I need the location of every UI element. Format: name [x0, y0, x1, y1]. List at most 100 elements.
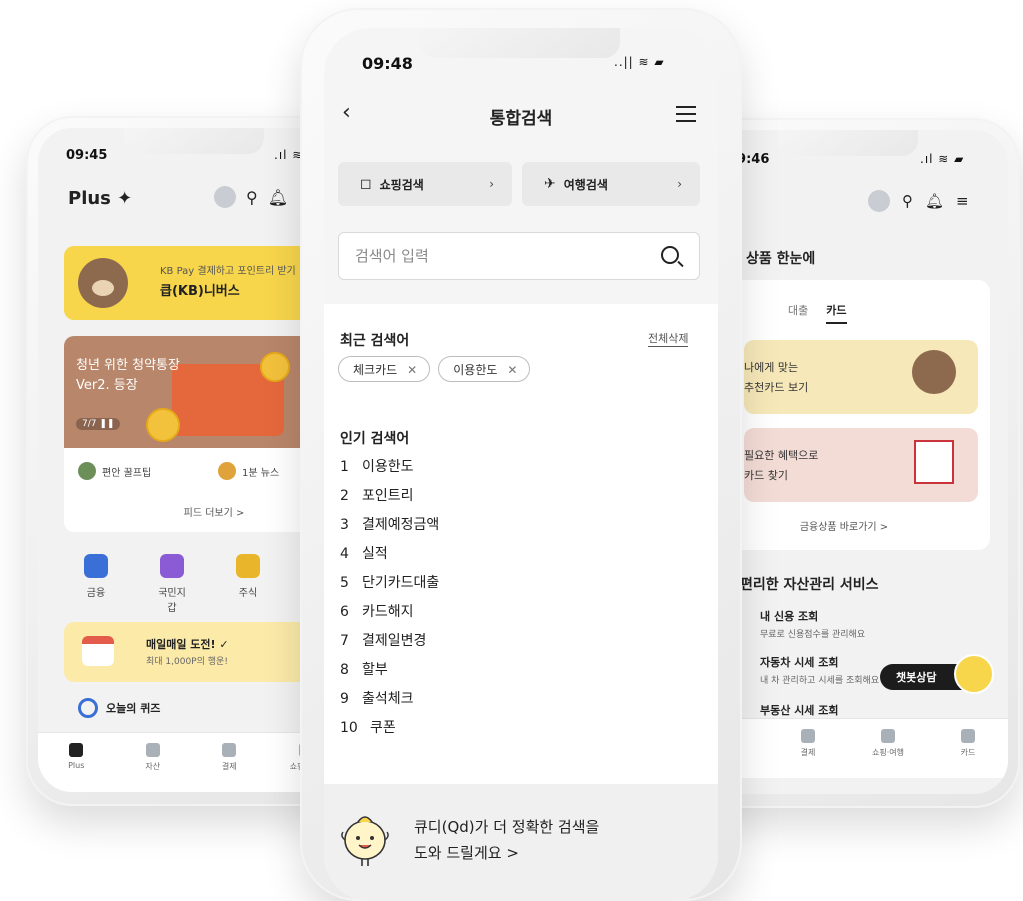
left-phone-screen: 09:45 .ıl ≋ Plus ✦ ⚲ 🔔︎ KB Pay 결제하고 포인트리… [38, 128, 344, 792]
search-content: 최근 검색어 전체삭제 체크카드 ✕ 이용한도 ✕ 인기 검색어 1 이용한도 2 포인… [324, 304, 718, 784]
notch [124, 128, 264, 154]
search-icon[interactable]: ⚲ [902, 192, 913, 210]
qd-assistant-banner[interactable]: 큐디(Qd)가 더 정확한 검색을 도와 드릴게요 > [324, 784, 718, 901]
recent-search-chips: 체크카드 ✕ 이용한도 ✕ [338, 356, 531, 382]
search-box [338, 232, 700, 280]
calendar-icon [82, 636, 114, 666]
tab-payment[interactable]: 결제 [191, 733, 268, 792]
benefit-card-box[interactable]: 필요한 혜택으로 카드 찾기 [744, 428, 978, 502]
feed-avatar [218, 462, 236, 480]
shopping-icon [881, 729, 895, 743]
notch [420, 28, 620, 58]
avatar[interactable] [214, 186, 236, 208]
app-title: Plus ✦ [68, 188, 133, 209]
list-item[interactable]: 7 결제일변경 [340, 630, 439, 659]
challenge-subtitle: 최대 1,000P의 행운! [146, 657, 228, 667]
feature-title: 청년 위한 청약통장 Ver2. 등장 [76, 358, 180, 393]
travel-search-button[interactable]: ✈ 여행검색 › [522, 162, 700, 206]
search-input[interactable] [355, 233, 655, 279]
bell-icon[interactable]: 🔔︎ [925, 192, 944, 210]
tab-assets[interactable]: 자산 [115, 733, 192, 792]
list-item[interactable]: 4 실적 [340, 543, 439, 572]
card-icon [961, 729, 975, 743]
clear-all-button[interactable]: 전체삭제 [648, 330, 689, 347]
shopping-bag-icon: ◻ [360, 176, 372, 192]
airplane-icon: ✈ [544, 176, 556, 192]
tab-shopping[interactable]: 쇼핑·여행 [848, 719, 928, 778]
chevron-right-icon: › [489, 177, 494, 191]
search-icon[interactable]: ⚲ [246, 188, 258, 207]
target-icon [78, 698, 98, 718]
service-realestate[interactable]: 부동산 시세 조회 [760, 702, 839, 718]
status-time: 09:45 [66, 148, 108, 163]
tab-plus[interactable]: Plus [38, 733, 115, 792]
recommend-card-box[interactable]: 나에게 맞는 추천카드 보기 [744, 340, 978, 414]
pager[interactable]: 7/7 ❚❚ [76, 418, 121, 430]
list-item[interactable]: 5 단기카드대출 [340, 572, 439, 601]
payment-icon [222, 743, 237, 757]
page-title: 통합검색 [489, 109, 553, 129]
payment-icon [801, 729, 815, 743]
menu-icon[interactable]: ≡ [956, 192, 969, 210]
list-item[interactable]: 3 결제예정금액 [340, 514, 439, 543]
chatbot-character-icon[interactable] [954, 654, 994, 694]
service-credit[interactable]: 내 신용 조회 무료로 신용점수를 관리해요 [760, 608, 865, 640]
list-item[interactable]: 9 출석체크 [340, 688, 439, 717]
status-icons: .ıl ≋ [274, 148, 304, 162]
bell-icon[interactable]: 🔔︎ [268, 188, 288, 207]
chevron-right-icon: › [677, 177, 682, 191]
header-icons: ⚲ 🔔︎ ≡ [868, 190, 969, 212]
list-item[interactable]: 2 포인트리 [340, 485, 439, 514]
box-text: 나에게 맞는 추천카드 보기 [744, 361, 809, 394]
list-item[interactable]: 6 카드해지 [340, 601, 439, 630]
product-tabs: 대출 카드 [788, 302, 847, 324]
close-icon[interactable]: ✕ [407, 363, 417, 377]
tab-card[interactable]: 카드 [928, 719, 1008, 778]
status-icons: .ıl ≋ ▰ [920, 152, 965, 166]
bear-character-icon [912, 350, 956, 394]
search-icon[interactable] [661, 246, 679, 264]
coin-icon [260, 352, 290, 382]
list-item[interactable]: 10 쿠폰 [340, 717, 439, 746]
grid-item-wallet[interactable]: 국민지갑 [154, 554, 190, 614]
qd-banner-text: 큐디(Qd)가 더 정확한 검색을 도와 드릴게요 > [414, 818, 600, 862]
section-title: 상품 한눈에 [746, 251, 816, 267]
service-car[interactable]: 자동차 시세 조회 내 차 관리하고 시세를 조회해요 [760, 654, 879, 686]
tab-payment[interactable]: 결제 [768, 719, 848, 778]
bear-snout [92, 280, 114, 296]
avatar[interactable] [868, 190, 890, 212]
list-item[interactable]: 1 이용한도 [340, 456, 439, 485]
challenge-title: 매일매일 도전! ✓ [146, 638, 229, 651]
stage: 09:45 .ıl ≋ Plus ✦ ⚲ 🔔︎ KB Pay 결제하고 포인트리… [0, 0, 1023, 901]
recent-search-chip[interactable]: 체크카드 ✕ [338, 356, 431, 382]
list-item[interactable]: 8 할부 [340, 659, 439, 688]
shopping-search-button[interactable]: ◻ 쇼핑검색 › [338, 162, 512, 206]
tab-card[interactable]: 카드 [826, 302, 847, 324]
menu-icon[interactable] [676, 106, 696, 127]
wallet-icon [160, 554, 184, 578]
banner-title: 큽(KB)니버스 [160, 284, 240, 299]
center-phone-screen: 09:48 ..|| ≋ ▰ ‹ 통합검색 ◻ 쇼핑검색 › ✈ 여행검색 › … [324, 28, 718, 901]
pie-chart-icon [145, 743, 160, 757]
bottom-tab-bar: Plus 자산 결제 쇼핑·여행 [38, 732, 344, 792]
gift-box-icon [914, 440, 954, 484]
center-phone-frame: 09:48 ..|| ≋ ▰ ‹ 통합검색 ◻ 쇼핑검색 › ✈ 여행검색 › … [300, 8, 742, 901]
grid-item-finance[interactable]: 금융 [78, 554, 114, 614]
grid-item-stock[interactable]: 주식 [230, 554, 266, 614]
finance-icon [84, 554, 108, 578]
service-section-title: 편리한 자산관리 서비스 [740, 577, 879, 593]
feed-avatar [78, 462, 96, 480]
quiz-item[interactable]: 오늘의 퀴즈 [78, 698, 160, 718]
status-time: 09:48 [362, 54, 413, 73]
recent-search-heading: 최근 검색어 [340, 333, 410, 349]
banner-subtitle: KB Pay 결제하고 포인트리 받기 [160, 266, 296, 277]
header-icons: ⚲ 🔔︎ [214, 186, 288, 208]
close-icon[interactable]: ✕ [507, 363, 517, 377]
popular-search-heading: 인기 검색어 [340, 431, 410, 447]
qd-mascot-icon [341, 816, 389, 866]
feed-item[interactable]: 1분 뉴스 [218, 462, 279, 480]
tab-loan[interactable]: 대출 [788, 302, 808, 324]
notch [778, 130, 918, 156]
feed-item[interactable]: 편안 꿀프팁 [78, 462, 151, 480]
recent-search-chip[interactable]: 이용한도 ✕ [438, 356, 531, 382]
